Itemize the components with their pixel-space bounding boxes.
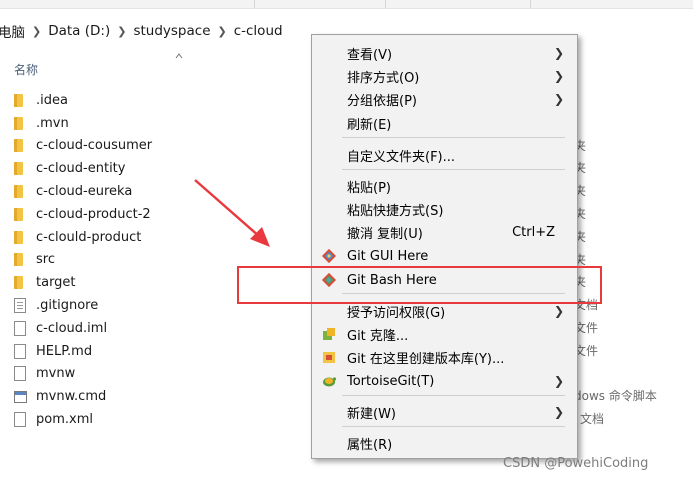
menu-item-group[interactable]: 分组依据(P) ❯	[312, 88, 577, 110]
file-name: src	[36, 252, 55, 268]
list-item[interactable]: HELP.md	[14, 340, 314, 363]
menu-separator	[342, 137, 565, 138]
file-type: 文件	[574, 343, 599, 358]
folder-icon	[14, 91, 36, 109]
chevron-right-icon: ❯	[553, 374, 564, 388]
file-icon	[14, 342, 36, 360]
watermark: CSDN @PowehiCoding	[503, 456, 649, 471]
chevron-right-icon[interactable]: ❯	[218, 25, 227, 38]
file-type	[560, 363, 693, 386]
file-name: HELP.md	[36, 343, 93, 359]
annotation-highlight-box	[237, 266, 602, 304]
cmd-file-icon	[14, 388, 36, 406]
folder-icon	[14, 137, 36, 155]
file-name: mvnw	[36, 366, 76, 382]
file-name: c-cloud-product-2	[36, 206, 151, 222]
list-item[interactable]: .idea	[14, 89, 314, 112]
file-name: c-cloud-eureka	[36, 184, 133, 200]
menu-item-tortoisegit[interactable]: TortoiseGit(T) ❯	[312, 370, 577, 392]
file-name: pom.xml	[36, 412, 93, 428]
ribbon-separator	[530, 0, 531, 8]
folder-icon	[14, 160, 36, 178]
file-type: 夹	[574, 138, 587, 153]
list-item[interactable]: .mvn	[14, 112, 314, 135]
folder-icon	[14, 228, 36, 246]
context-menu: 查看(V) ❯ 排序方式(O) ❯ 分组依据(P) ❯ 刷新(E) 自定义文件夹(F)…	[311, 34, 578, 459]
breadcrumb-item-c-cloud[interactable]: c-cloud	[234, 23, 283, 39]
folder-icon	[14, 205, 36, 223]
shortcut-label: Ctrl+Z	[512, 224, 555, 240]
file-icon	[14, 365, 36, 383]
menu-item-new[interactable]: 新建(W) ❯	[312, 401, 577, 423]
list-item[interactable]: c-cloud.iml	[14, 317, 314, 340]
file-type: 夹	[574, 184, 587, 199]
tortoise-create-repo-icon	[323, 352, 335, 363]
menu-item-undo-copy[interactable]: 撤消 复制(U) Ctrl+Z	[312, 221, 577, 243]
chevron-right-icon: ❯	[553, 405, 564, 419]
file-type: 文档	[580, 412, 605, 427]
menu-item-paste-shortcut[interactable]: 粘贴快捷方式(S)	[312, 198, 577, 220]
tortoise-clone-icon	[323, 328, 335, 340]
folder-icon	[14, 251, 36, 269]
file-type: 夹	[574, 229, 587, 244]
file-list: .idea .mvn c-cloud-cousumer c-cloud-enti…	[14, 89, 314, 431]
menu-item-paste[interactable]: 粘贴(P)	[312, 175, 577, 197]
file-type	[560, 112, 693, 135]
file-type: 夹	[574, 161, 587, 176]
ribbon-separator	[385, 0, 386, 8]
chevron-right-icon: ❯	[553, 92, 564, 106]
file-icon	[14, 319, 36, 337]
file-name: .mvn	[36, 115, 69, 131]
file-name: c-cloud-entity	[36, 161, 126, 177]
chevron-right-icon[interactable]: ❯	[32, 25, 41, 38]
menu-item-sort[interactable]: 排序方式(O) ❯	[312, 65, 577, 87]
menu-item-view[interactable]: 查看(V) ❯	[312, 42, 577, 64]
menu-item-properties[interactable]: 属性(R)	[312, 432, 577, 454]
list-item[interactable]: c-cloud-cousumer	[14, 135, 314, 158]
file-name: .idea	[36, 92, 68, 108]
list-item[interactable]: mvnw.cmd	[14, 385, 314, 408]
tortoisegit-icon	[323, 377, 337, 387]
menu-item-customize-folder[interactable]: 自定义文件夹(F)...	[312, 144, 577, 166]
file-type: 夹	[574, 206, 587, 221]
folder-icon	[14, 183, 36, 201]
chevron-right-icon: ❯	[553, 46, 564, 60]
folder-icon	[14, 274, 36, 292]
sort-ascending-icon	[175, 53, 183, 59]
breadcrumb-item-pc[interactable]: 电脑	[0, 21, 25, 41]
file-type: 文件	[574, 320, 599, 335]
file-name: c-cloud.iml	[36, 320, 108, 336]
list-item[interactable]: mvnw	[14, 363, 314, 386]
file-name: .gitignore	[36, 298, 99, 314]
list-item[interactable]: pom.xml	[14, 408, 314, 431]
folder-icon	[14, 114, 36, 132]
breadcrumb-item-studyspace[interactable]: studyspace	[133, 23, 210, 39]
git-gui-icon	[321, 248, 337, 264]
file-icon	[14, 411, 36, 429]
menu-item-git-clone[interactable]: Git 克隆...	[312, 323, 577, 345]
menu-separator	[342, 395, 565, 396]
ribbon-bar	[0, 0, 693, 9]
ribbon-separator	[254, 0, 255, 8]
menu-item-refresh[interactable]: 刷新(E)	[312, 112, 577, 134]
file-name: c-cloud-cousumer	[36, 138, 153, 154]
breadcrumb-item-drive[interactable]: Data (D:)	[48, 23, 110, 39]
column-header-name[interactable]: 名称	[14, 61, 38, 78]
chevron-right-icon: ❯	[553, 69, 564, 83]
file-name: c-clould-product	[36, 229, 142, 245]
menu-item-git-create-repo[interactable]: Git 在这里创建版本库(Y)...	[312, 346, 577, 368]
text-file-icon	[14, 297, 36, 315]
menu-item-git-gui[interactable]: Git GUI Here	[312, 245, 577, 267]
menu-separator	[342, 169, 565, 170]
type-column: 夹 夹 夹 夹 夹 夹 夹 文档 文件 文件 dows 命令脚本 文档	[560, 89, 693, 431]
file-name: target	[36, 275, 76, 291]
chevron-right-icon: ❯	[553, 304, 564, 318]
annotation-arrow	[194, 179, 270, 247]
file-type: dows 命令脚本	[574, 389, 657, 404]
menu-separator	[342, 426, 565, 427]
chevron-right-icon[interactable]: ❯	[117, 25, 126, 38]
file-type	[560, 89, 693, 112]
file-name: mvnw.cmd	[36, 389, 107, 405]
